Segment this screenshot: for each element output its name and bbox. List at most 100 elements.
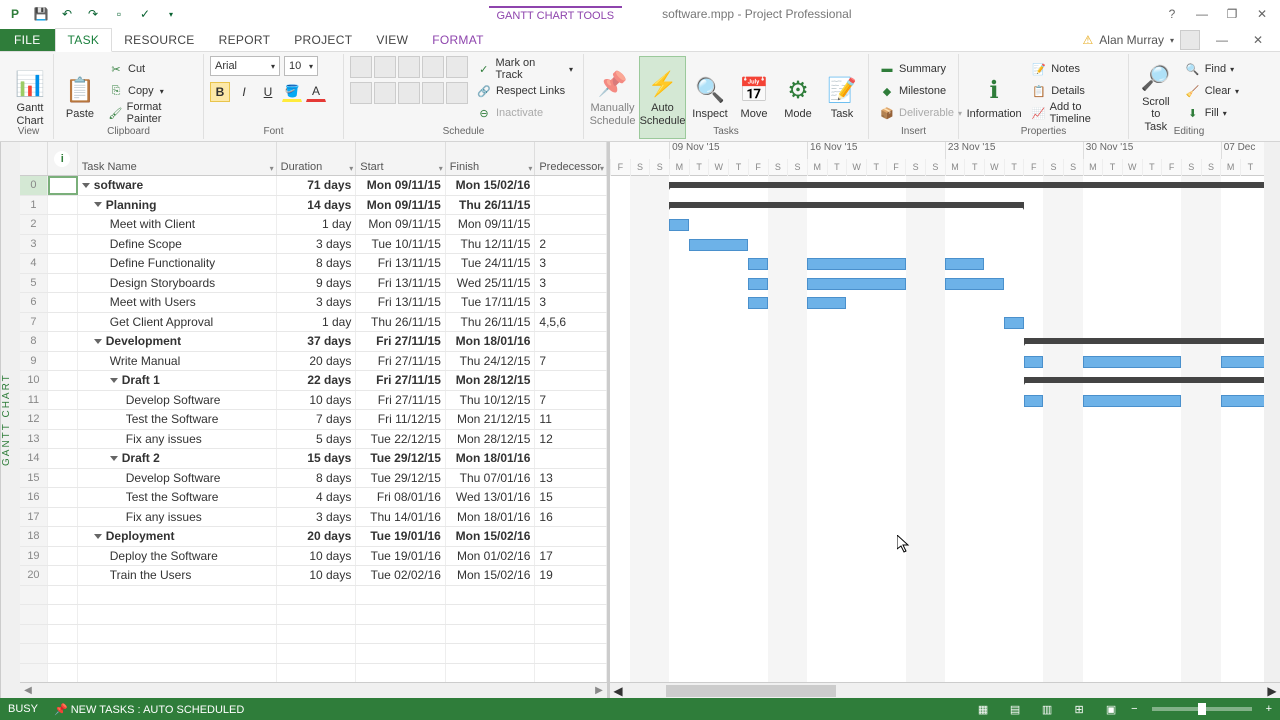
cell-task-name[interactable]: Define Scope bbox=[78, 235, 277, 254]
table-row[interactable]: 12 Test the Software 7 days Fri 11/12/15… bbox=[20, 410, 607, 430]
underline-button[interactable]: U bbox=[258, 82, 278, 102]
tab-view[interactable]: VIEW bbox=[364, 29, 420, 51]
row-info[interactable] bbox=[48, 196, 78, 215]
cell-task-name[interactable]: Write Manual bbox=[78, 352, 277, 371]
restore-icon[interactable]: ❐ bbox=[1218, 3, 1246, 25]
cell-finish[interactable]: Wed 13/01/16 bbox=[446, 488, 536, 507]
cell-finish[interactable]: Tue 24/11/15 bbox=[446, 254, 536, 273]
cell-duration[interactable]: 8 days bbox=[277, 469, 357, 488]
cell-start[interactable]: Tue 10/11/15 bbox=[356, 235, 446, 254]
row-number[interactable]: 13 bbox=[20, 430, 48, 449]
cell-duration[interactable]: 20 days bbox=[277, 527, 357, 546]
tab-report[interactable]: REPORT bbox=[207, 29, 283, 51]
row-info[interactable] bbox=[48, 508, 78, 527]
cell-finish[interactable]: Mon 18/01/16 bbox=[446, 449, 536, 468]
qat-btn-1[interactable]: ▫ bbox=[108, 3, 130, 25]
pct-25-button[interactable] bbox=[374, 56, 396, 78]
view-side-label[interactable]: GANTT CHART bbox=[0, 142, 20, 698]
cell-start[interactable]: Fri 13/11/15 bbox=[356, 254, 446, 273]
table-row-empty[interactable] bbox=[20, 644, 607, 664]
cell-finish[interactable]: Mon 18/01/16 bbox=[446, 508, 536, 527]
cell-task-name[interactable]: Train the Users bbox=[78, 566, 277, 585]
row-info[interactable] bbox=[48, 469, 78, 488]
cell-duration[interactable]: 22 days bbox=[277, 371, 357, 390]
cell-finish[interactable]: Thu 10/12/15 bbox=[446, 391, 536, 410]
col-start[interactable]: Start▾ bbox=[356, 142, 446, 175]
table-row[interactable]: 0 software 71 days Mon 09/11/15 Mon 15/0… bbox=[20, 176, 607, 196]
row-number[interactable]: 20 bbox=[20, 566, 48, 585]
table-row[interactable]: 20 Train the Users 10 days Tue 02/02/16 … bbox=[20, 566, 607, 586]
row-info[interactable] bbox=[48, 215, 78, 234]
row-info[interactable] bbox=[48, 274, 78, 293]
cell-start[interactable]: Tue 29/12/15 bbox=[356, 449, 446, 468]
cell-finish[interactable]: Mon 28/12/15 bbox=[446, 430, 536, 449]
gantt-task-bar[interactable] bbox=[1083, 356, 1182, 368]
cell-duration[interactable]: 10 days bbox=[277, 547, 357, 566]
cell-start[interactable]: Fri 27/11/15 bbox=[356, 391, 446, 410]
row-number[interactable]: 1 bbox=[20, 196, 48, 215]
fill-button[interactable]: ⬇Fill▾ bbox=[1181, 103, 1243, 123]
row-info[interactable] bbox=[48, 430, 78, 449]
cell-start[interactable]: Fri 27/11/15 bbox=[356, 332, 446, 351]
table-row-empty[interactable] bbox=[20, 586, 607, 606]
table-row[interactable]: 11 Develop Software 10 days Fri 27/11/15… bbox=[20, 391, 607, 411]
gantt-task-bar[interactable] bbox=[945, 258, 984, 270]
outdent-button[interactable] bbox=[350, 82, 372, 104]
row-number[interactable]: 10 bbox=[20, 371, 48, 390]
table-row[interactable]: 13 Fix any issues 5 days Tue 22/12/15 Mo… bbox=[20, 430, 607, 450]
table-row[interactable]: 6 Meet with Users 3 days Fri 13/11/15 Tu… bbox=[20, 293, 607, 313]
cell-duration[interactable]: 4 days bbox=[277, 488, 357, 507]
view-report-icon[interactable]: ▣ bbox=[1099, 700, 1123, 718]
split-button[interactable] bbox=[398, 82, 420, 104]
row-number[interactable]: 18 bbox=[20, 527, 48, 546]
cell-finish[interactable]: Mon 15/02/16 bbox=[446, 527, 536, 546]
minimize-ribbon-icon[interactable]: — bbox=[1208, 29, 1236, 51]
cell-duration[interactable]: 3 days bbox=[277, 293, 357, 312]
unlink-button[interactable] bbox=[446, 82, 468, 104]
cell-start[interactable]: Fri 11/12/15 bbox=[356, 410, 446, 429]
gantt-summary-bar[interactable] bbox=[669, 182, 1280, 188]
cell-start[interactable]: Thu 26/11/15 bbox=[356, 313, 446, 332]
table-row[interactable]: 17 Fix any issues 3 days Thu 14/01/16 Mo… bbox=[20, 508, 607, 528]
row-number[interactable]: 19 bbox=[20, 547, 48, 566]
cell-pred[interactable] bbox=[535, 527, 607, 546]
cell-start[interactable]: Fri 13/11/15 bbox=[356, 293, 446, 312]
row-info[interactable] bbox=[48, 371, 78, 390]
undo-icon[interactable]: ↶ bbox=[56, 3, 78, 25]
cut-button[interactable]: ✂Cut bbox=[104, 59, 197, 79]
row-number[interactable]: 0 bbox=[20, 176, 48, 195]
cell-duration[interactable]: 8 days bbox=[277, 254, 357, 273]
col-predecessors[interactable]: Predecessor▾ bbox=[535, 142, 607, 175]
row-number[interactable]: 5 bbox=[20, 274, 48, 293]
find-button[interactable]: 🔍Find▾ bbox=[1181, 59, 1243, 79]
cell-duration[interactable]: 37 days bbox=[277, 332, 357, 351]
row-info[interactable] bbox=[48, 235, 78, 254]
cell-finish[interactable]: Thu 12/11/15 bbox=[446, 235, 536, 254]
format-painter-button[interactable]: 🖌Format Painter bbox=[104, 103, 197, 123]
cell-duration[interactable]: 7 days bbox=[277, 410, 357, 429]
cell-start[interactable]: Fri 27/11/15 bbox=[356, 371, 446, 390]
cell-pred[interactable]: 2 bbox=[535, 235, 607, 254]
cell-task-name[interactable]: Test the Software bbox=[78, 488, 277, 507]
row-info[interactable] bbox=[48, 176, 78, 195]
pct-0-button[interactable] bbox=[350, 56, 372, 78]
row-number[interactable]: 17 bbox=[20, 508, 48, 527]
cell-pred[interactable]: 7 bbox=[535, 352, 607, 371]
indent-button[interactable] bbox=[374, 82, 396, 104]
clear-button[interactable]: 🧹Clear▾ bbox=[1181, 81, 1243, 101]
cell-pred[interactable] bbox=[535, 332, 607, 351]
table-row[interactable]: 14 Draft 2 15 days Tue 29/12/15 Mon 18/0… bbox=[20, 449, 607, 469]
gantt-task-bar[interactable] bbox=[807, 278, 906, 290]
row-info[interactable] bbox=[48, 332, 78, 351]
cell-duration[interactable]: 3 days bbox=[277, 235, 357, 254]
pct-75-button[interactable] bbox=[422, 56, 444, 78]
cell-pred[interactable]: 19 bbox=[535, 566, 607, 585]
view-sheet-icon[interactable]: ⊞ bbox=[1067, 700, 1091, 718]
gantt-task-bar[interactable] bbox=[1024, 356, 1044, 368]
cell-pred[interactable]: 17 bbox=[535, 547, 607, 566]
italic-button[interactable]: I bbox=[234, 82, 254, 102]
user-account[interactable]: ⚠ Alan Murray ▾ bbox=[1083, 30, 1200, 50]
tab-resource[interactable]: RESOURCE bbox=[112, 29, 206, 51]
gantt-task-bar[interactable] bbox=[748, 258, 768, 270]
gantt-summary-bar[interactable] bbox=[1024, 377, 1280, 383]
